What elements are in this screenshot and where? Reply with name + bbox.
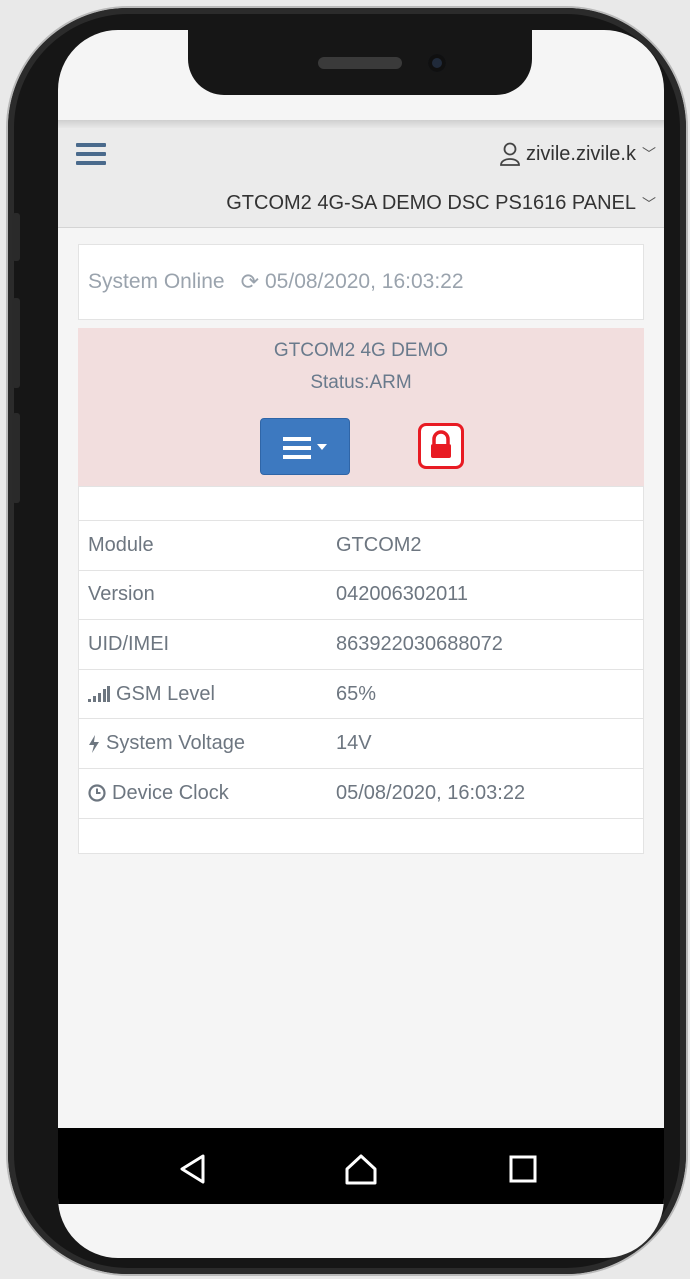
android-nav-bar — [58, 1128, 664, 1204]
info-label-text: Module — [88, 533, 154, 556]
info-value: GTCOM2 — [336, 533, 422, 556]
panel-status: Status:ARM — [310, 372, 412, 393]
info-row: UID/IMEI 863922030688072 — [79, 620, 643, 670]
info-label-text: GSM Level — [116, 682, 215, 705]
info-row: Device Clock 05/08/2020, 16:03:22 — [79, 769, 643, 819]
info-label: Module — [79, 534, 336, 557]
info-label-text: Device Clock — [112, 781, 229, 804]
home-icon[interactable] — [344, 1152, 378, 1186]
caret-down-icon — [317, 444, 327, 450]
back-icon[interactable] — [176, 1152, 210, 1186]
user-menu[interactable]: zivile.zivile.k ﹀ — [499, 142, 656, 166]
info-label: GSM Level — [79, 683, 336, 706]
info-label: UID/IMEI — [79, 633, 336, 656]
speaker — [318, 57, 402, 69]
chevron-down-icon: ﹀ — [642, 146, 656, 162]
device-name: GTCOM2 4G-SA DEMO DSC PS1616 PANEL — [226, 192, 636, 214]
recents-icon[interactable] — [506, 1152, 540, 1186]
info-value: 14V — [336, 732, 372, 755]
info-row: Module GTCOM2 — [79, 521, 643, 571]
camera-icon — [428, 54, 446, 72]
panel-name: GTCOM2 4G DEMO — [273, 340, 449, 361]
info-label: System Voltage — [79, 732, 336, 755]
volume-button — [12, 298, 20, 388]
user-icon — [500, 142, 520, 166]
info-value: 05/08/2020, 16:03:22 — [336, 781, 526, 804]
info-row: GSM Level 65% — [79, 670, 643, 720]
connection-timestamp: 05/08/2020, 16:03:22 — [265, 270, 464, 293]
panel-card: GTCOM2 4G DEMO Status:ARM — [78, 328, 644, 486]
info-row: System Voltage 14V — [79, 719, 643, 769]
refresh-icon[interactable]: ⟳ — [241, 269, 259, 295]
status-bar — [58, 120, 664, 128]
panel-menu-button[interactable] — [260, 418, 350, 475]
lock-icon — [431, 430, 451, 458]
connection-status-card: System Online ⟳ 05/08/2020, 16:03:22 — [78, 244, 644, 320]
info-label-text: UID/IMEI — [88, 632, 170, 655]
screen: zivile.zivile.k ﹀ GTCOM2 4G-SA DEMO DSC … — [58, 30, 664, 1258]
menu-icon — [283, 437, 311, 464]
device-selector[interactable]: GTCOM2 4G-SA DEMO DSC PS1616 PANEL ﹀ — [226, 192, 656, 215]
bolt-icon — [88, 734, 100, 753]
power-button — [12, 413, 20, 503]
arm-lock-button[interactable] — [418, 423, 464, 469]
volume-button-top — [12, 213, 20, 261]
info-label: Version — [79, 583, 336, 606]
hamburger-menu-icon[interactable] — [76, 143, 106, 167]
notch — [188, 30, 532, 95]
info-value: 042006302011 — [336, 583, 468, 606]
chevron-down-icon: ﹀ — [642, 195, 656, 212]
clock-icon — [88, 784, 106, 802]
phone-frame: zivile.zivile.k ﹀ GTCOM2 4G-SA DEMO DSC … — [8, 8, 686, 1274]
info-value: 863922030688072 — [336, 632, 503, 655]
connection-status: System Online — [88, 270, 225, 293]
info-row: Version 042006302011 — [79, 571, 643, 621]
info-label-text: Version — [88, 583, 155, 606]
device-info-table: Module GTCOM2 Version 042006302011 UID/IMEI 8… — [78, 486, 644, 854]
info-value: 65% — [336, 682, 377, 705]
info-label: Device Clock — [79, 782, 336, 805]
app-header: zivile.zivile.k ﹀ GTCOM2 4G-SA DEMO DSC … — [58, 128, 664, 228]
signal-icon — [88, 686, 110, 703]
info-label-text: System Voltage — [106, 732, 245, 755]
username: zivile.zivile.k — [525, 142, 636, 165]
